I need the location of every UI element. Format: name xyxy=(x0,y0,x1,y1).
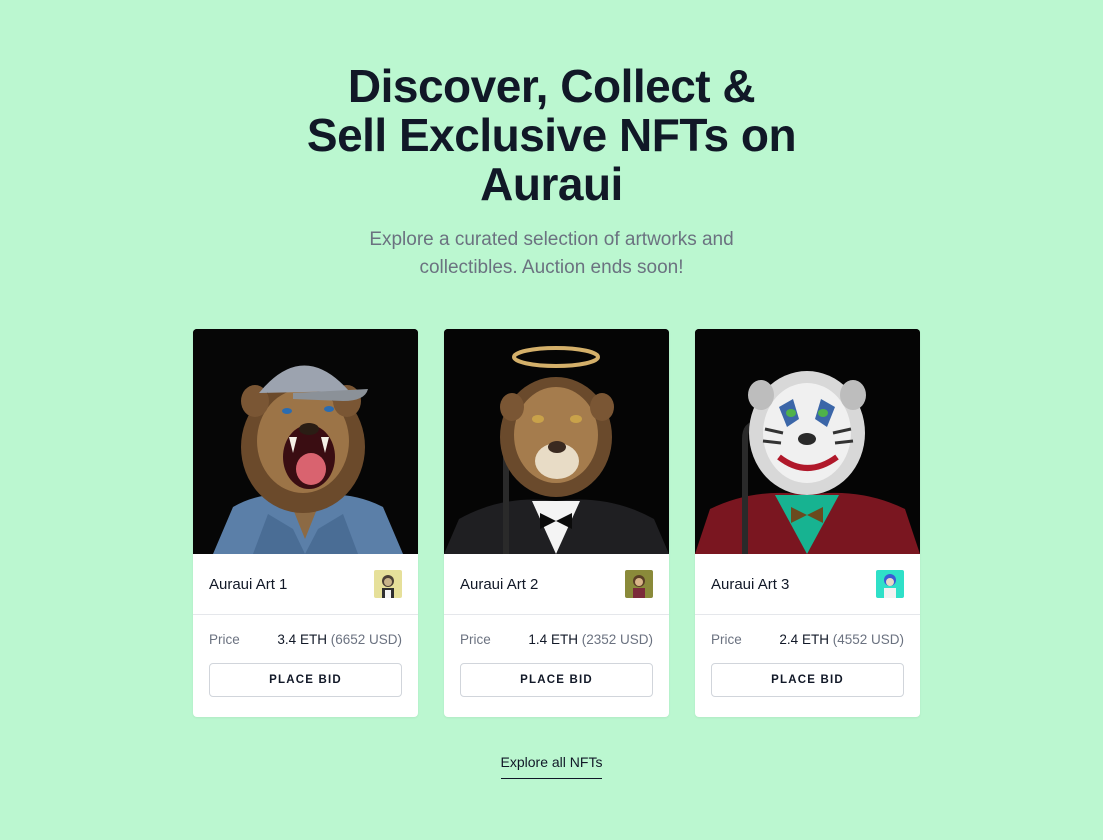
place-bid-button[interactable]: PLACE BID xyxy=(209,663,402,697)
card-body: Price 2.4 ETH (4552 USD) PLACE BID xyxy=(695,615,920,697)
nft-card[interactable]: Auraui Art 3 Price 2.4 ETH (4552 USD) PL… xyxy=(695,329,920,717)
card-title[interactable]: Auraui Art 3 xyxy=(711,576,789,593)
price-value: 2.4 ETH (4552 USD) xyxy=(779,632,904,647)
price-row: Price 1.4 ETH (2352 USD) xyxy=(460,632,653,647)
price-row: Price 3.4 ETH (6652 USD) xyxy=(209,632,402,647)
card-title[interactable]: Auraui Art 1 xyxy=(209,576,287,593)
hero-title-line: Discover, Collect & xyxy=(347,60,756,112)
price-value: 1.4 ETH (2352 USD) xyxy=(528,632,653,647)
nft-image-lion-halo[interactable] xyxy=(444,329,669,554)
hero-title-line: Auraui xyxy=(480,158,623,210)
price-label: Price xyxy=(711,632,742,647)
explore-all-container: Explore all NFTs xyxy=(0,754,1103,779)
nft-image-white-tiger[interactable] xyxy=(695,329,920,554)
white-tiger-joker-art-icon xyxy=(695,329,920,554)
card-title[interactable]: Auraui Art 2 xyxy=(460,576,538,593)
ape-avatar-olive-icon[interactable] xyxy=(625,570,653,598)
nft-image-lion-cap[interactable] xyxy=(193,329,418,554)
nft-card-list: Auraui Art 1 Price 3.4 ETH (6652 USD) PL… xyxy=(193,329,920,717)
card-body: Price 1.4 ETH (2352 USD) PLACE BID xyxy=(444,615,669,697)
price-usd: (2352 USD) xyxy=(581,632,653,647)
price-eth: 2.4 ETH xyxy=(779,632,829,647)
price-label: Price xyxy=(460,632,491,647)
price-eth: 1.4 ETH xyxy=(528,632,578,647)
ape-avatar-teal-icon[interactable] xyxy=(876,570,904,598)
hero-subtitle-line: Explore a curated selection of artworks … xyxy=(369,229,734,250)
card-body: Price 3.4 ETH (6652 USD) PLACE BID xyxy=(193,615,418,697)
price-label: Price xyxy=(209,632,240,647)
nft-card[interactable]: Auraui Art 2 Price 1.4 ETH (2352 USD) PL… xyxy=(444,329,669,717)
hero-subtitle: Explore a curated selection of artworks … xyxy=(0,226,1103,282)
place-bid-button[interactable]: PLACE BID xyxy=(711,663,904,697)
ape-avatar-yellow-icon[interactable] xyxy=(374,570,402,598)
place-bid-button[interactable]: PLACE BID xyxy=(460,663,653,697)
explore-all-nfts-link[interactable]: Explore all NFTs xyxy=(500,754,603,779)
card-header: Auraui Art 3 xyxy=(695,554,920,615)
nft-card[interactable]: Auraui Art 1 Price 3.4 ETH (6652 USD) PL… xyxy=(193,329,418,717)
lion-halo-tuxedo-art-icon xyxy=(444,329,669,554)
card-header: Auraui Art 2 xyxy=(444,554,669,615)
hero-subtitle-line: collectibles. Auction ends soon! xyxy=(419,257,684,278)
price-usd: (6652 USD) xyxy=(330,632,402,647)
card-header: Auraui Art 1 xyxy=(193,554,418,615)
price-row: Price 2.4 ETH (4552 USD) xyxy=(711,632,904,647)
hero-title-line: Sell Exclusive NFTs on xyxy=(306,109,797,161)
lion-cap-denim-art-icon xyxy=(193,329,418,554)
price-eth: 3.4 ETH xyxy=(277,632,327,647)
hero-title: Discover, Collect & Sell Exclusive NFTs … xyxy=(0,62,1103,209)
price-usd: (4552 USD) xyxy=(832,632,904,647)
price-value: 3.4 ETH (6652 USD) xyxy=(277,632,402,647)
